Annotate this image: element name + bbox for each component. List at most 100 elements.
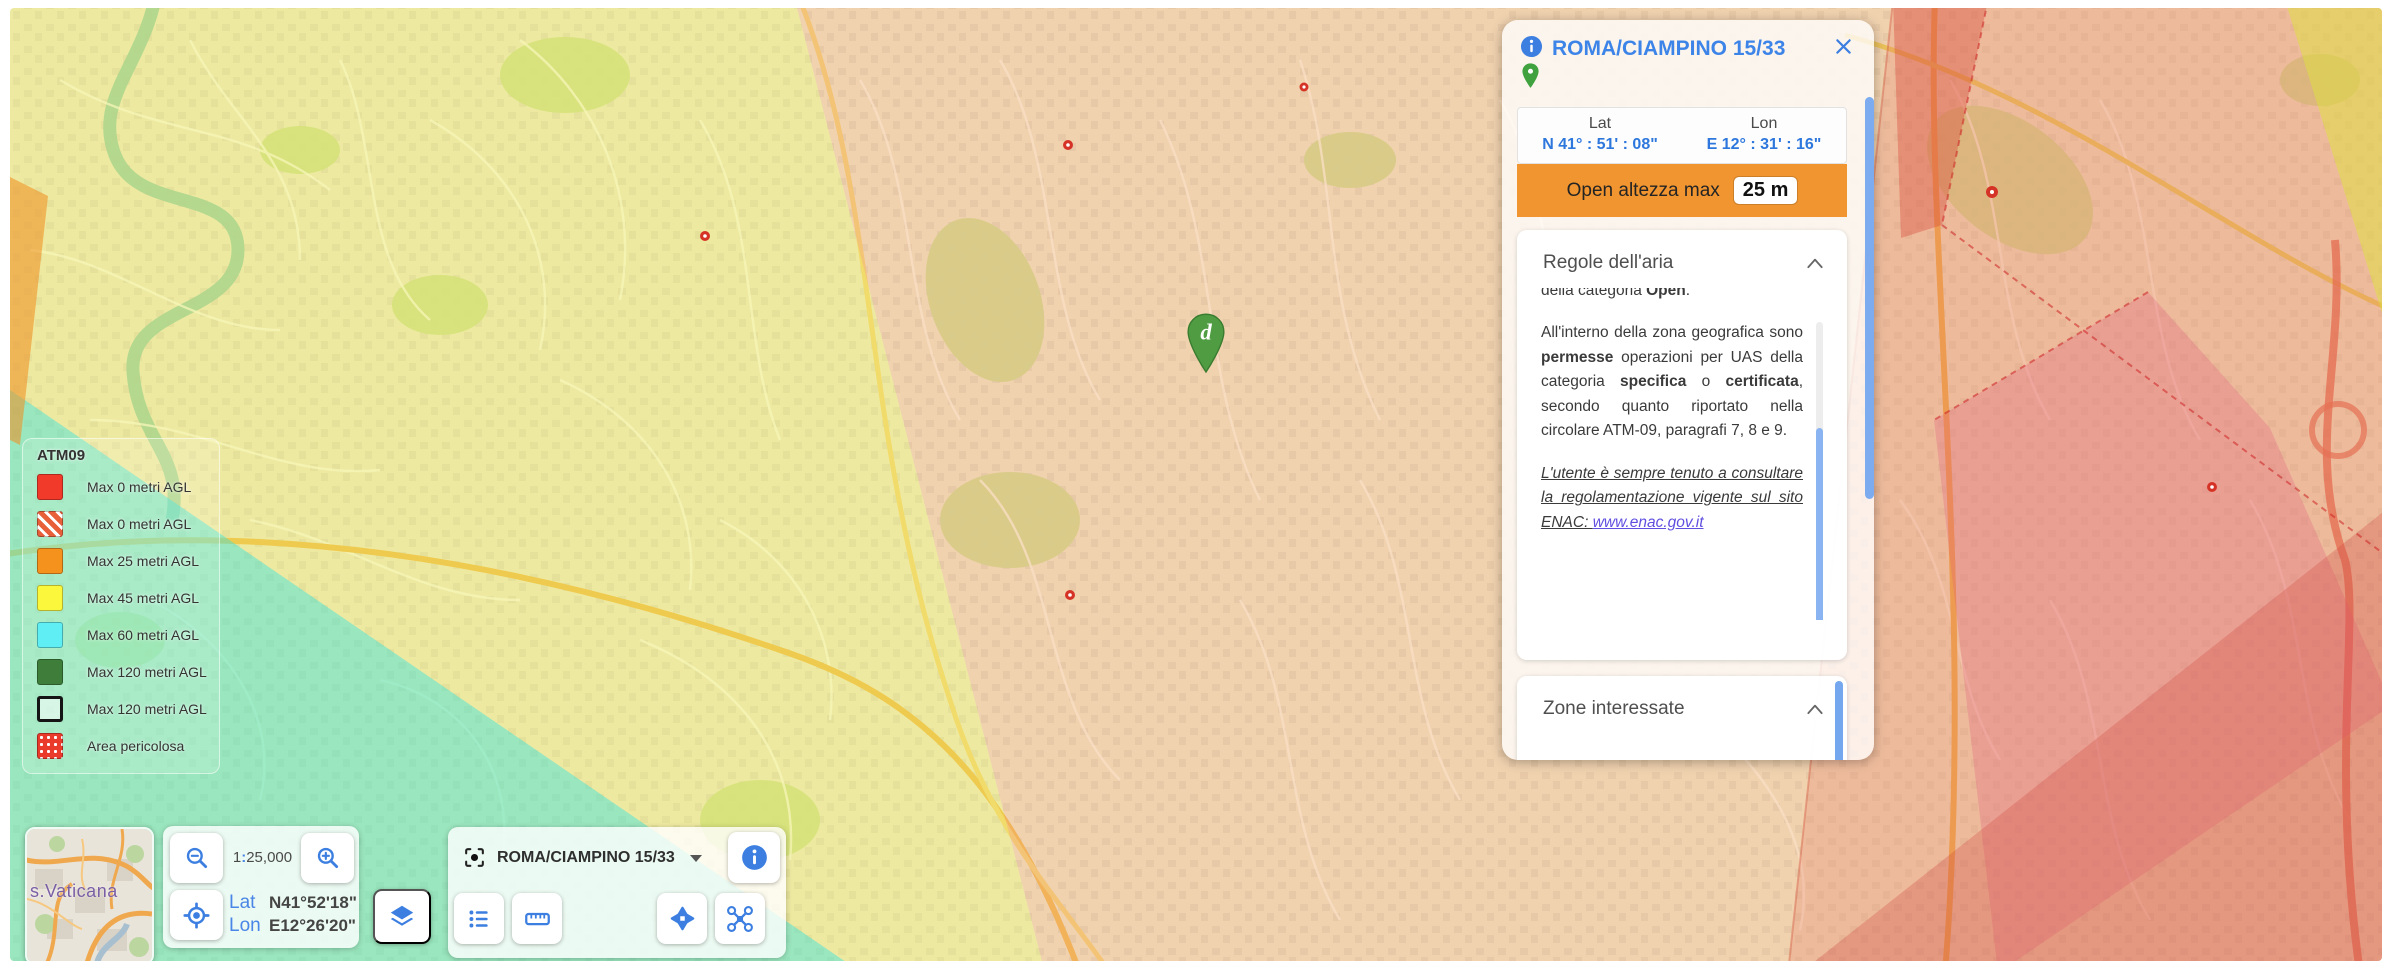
drone-icon [726, 905, 754, 933]
target-focus-icon [462, 845, 487, 870]
base-map[interactable] [10, 8, 2382, 961]
map-world: d ATM09 Max 0 metri AGL Max 0 metri AGL … [10, 8, 2382, 961]
legend-swatch [37, 622, 63, 648]
panel-lon-label: Lon [1682, 115, 1846, 133]
legend-item-label: Area pericolosa [87, 738, 184, 754]
cursor-lon-row: LonE12°26'20" [229, 914, 357, 937]
measure-ruler-button[interactable] [512, 893, 562, 944]
legend-item: Max 120 metri AGL [37, 658, 219, 685]
panel-lon-value: E 12° : 31' : 16" [1682, 136, 1846, 154]
close-icon[interactable] [1833, 36, 1854, 57]
open-altitude-banner: Open altezza max 25 m [1517, 164, 1847, 217]
air-rules-card: Regole dell'aria della categoria Open. Al… [1517, 230, 1847, 660]
zone-selector-panel: ROMA/CIAMPINO 15/33 [448, 827, 786, 958]
minimap-label: s.Vaticana [30, 881, 118, 902]
rules-text-segment: Open [1646, 288, 1686, 299]
legend: ATM09 Max 0 metri AGL Max 0 metri AGL Ma… [22, 438, 220, 774]
legend-item: Max 0 metri AGL [37, 473, 219, 500]
air-rules-header[interactable]: Regole dell'aria [1517, 230, 1847, 274]
drone-button[interactable] [715, 893, 765, 944]
cursor-coordinates: LatN41°52'18" LonE12°26'20" [229, 891, 357, 937]
rules-scroll-area[interactable]: della categoria Open. All'interno della z… [1541, 288, 1825, 620]
legend-swatch [37, 548, 63, 574]
zone-info-button[interactable] [728, 832, 780, 883]
rules-scrollbar-thumb[interactable] [1816, 428, 1823, 620]
rules-scrollbar-track [1816, 322, 1823, 620]
rules-text-segment: permesse [1541, 349, 1613, 366]
dpad-cross-icon [669, 905, 696, 932]
info-circle-icon [1520, 35, 1543, 58]
legend-item-label: Max 120 metri AGL [87, 701, 207, 717]
open-altitude-label: Open altezza max [1567, 180, 1720, 202]
list-icon [466, 906, 492, 932]
affected-zones-header[interactable]: Zone interessate [1517, 676, 1847, 720]
legend-item: Max 0 metri AGL [37, 510, 219, 537]
legend-item: Max 25 metri AGL [37, 547, 219, 574]
zoom-in-icon [315, 845, 341, 871]
layers-button[interactable] [373, 889, 431, 944]
legend-item: Max 120 metri AGL [37, 695, 219, 722]
affected-zones-title: Zone interessate [1543, 698, 1685, 720]
zones-scrollbar[interactable] [1835, 681, 1843, 760]
info-circle-icon [741, 844, 768, 871]
affected-zones-card: Zone interessate [1517, 676, 1847, 760]
zone-list-button[interactable] [454, 893, 504, 944]
zone-selector-dropdown[interactable]: ROMA/CIAMPINO 15/33 [462, 845, 703, 870]
legend-item-label: Max 25 metri AGL [87, 553, 199, 569]
rules-paragraph: L'utente è sempre tenuto a consultare la… [1541, 462, 1803, 535]
rules-paragraph: All'interno della zona geografica sono p… [1541, 321, 1803, 443]
legend-item: Area pericolosa [37, 732, 219, 759]
legend-item-label: Max 0 metri AGL [87, 479, 191, 495]
rules-text-segment: specifica [1620, 373, 1686, 390]
overview-minimap[interactable]: s.Vaticana [25, 827, 154, 961]
legend-swatch [37, 474, 63, 500]
layers-icon [387, 902, 417, 932]
chevron-up-icon [1805, 256, 1825, 270]
scale-prefix: 1 [233, 849, 241, 866]
legend-swatch [37, 511, 63, 537]
rules-paragraph: della categoria Open. [1541, 288, 1803, 303]
panel-title: ROMA/CIAMPINO 15/33 [1552, 37, 1785, 61]
coordinates-box: Lat N 41° : 51' : 08" Lon E 12° : 31' : … [1517, 107, 1847, 164]
caret-down-icon [689, 853, 703, 863]
zoom-out-button[interactable] [170, 833, 223, 883]
zone-info-panel: ROMA/CIAMPINO 15/33 Lat N 41° : 51' : 08… [1502, 20, 1874, 760]
legend-item-label: Max 60 metri AGL [87, 627, 199, 643]
selected-location-pin[interactable]: d [1185, 311, 1227, 377]
legend-item-label: Max 45 metri AGL [87, 590, 199, 606]
legend-item: Max 45 metri AGL [37, 584, 219, 611]
pin-letter: d [1200, 320, 1212, 345]
rules-text-segment: certificata [1725, 373, 1798, 390]
zoom-out-icon [184, 845, 210, 871]
zone-selector-label: ROMA/CIAMPINO 15/33 [497, 849, 675, 867]
dpad-cross-button[interactable] [657, 893, 707, 944]
legend-swatch [37, 659, 63, 685]
panel-scrollbar[interactable] [1865, 97, 1874, 499]
scale-value: 25,000 [246, 849, 292, 866]
panel-lat-value: N 41° : 51' : 08" [1518, 136, 1682, 154]
air-rules-title: Regole dell'aria [1543, 252, 1673, 274]
map-pin-icon [1521, 62, 1540, 90]
rules-text: della categoria Open. All'interno della z… [1541, 288, 1803, 553]
legend-item-label: Max 0 metri AGL [87, 516, 191, 532]
lon-column: Lon E 12° : 31' : 16" [1682, 108, 1846, 163]
rules-text-segment: o [1686, 373, 1725, 390]
map-viewport: d ATM09 Max 0 metri AGL Max 0 metri AGL … [10, 8, 2382, 961]
legend-rows: Max 0 metri AGL Max 0 metri AGL Max 25 m… [37, 473, 219, 759]
panel-lat-label: Lat [1518, 115, 1682, 133]
lat-column: Lat N 41° : 51' : 08" [1518, 108, 1682, 163]
rules-text-segment: della categoria [1541, 288, 1646, 299]
airspace-zones [10, 8, 2382, 961]
lat-label: Lat [229, 891, 269, 914]
lat-value: N41°52'18" [269, 893, 357, 912]
enac-link[interactable]: www.enac.gov.it [1593, 514, 1704, 531]
locate-button[interactable] [170, 890, 223, 940]
map-scale: 1:25,000 [225, 849, 300, 866]
zoom-in-button[interactable] [301, 833, 354, 883]
legend-swatch [37, 585, 63, 611]
legend-item: Max 60 metri AGL [37, 621, 219, 648]
locate-icon [183, 902, 210, 929]
legend-swatch [37, 696, 63, 722]
rules-text-segment: All'interno della zona geografica sono [1541, 324, 1803, 341]
cursor-lat-row: LatN41°52'18" [229, 891, 357, 914]
